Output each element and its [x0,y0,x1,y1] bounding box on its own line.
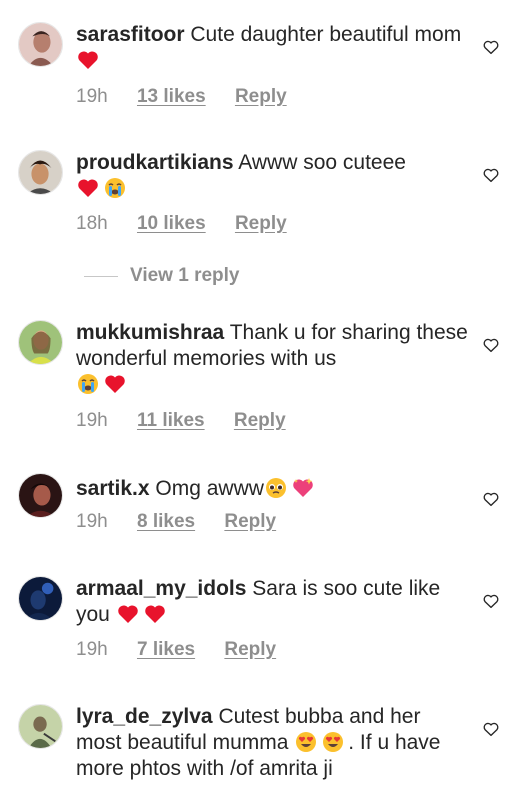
reply-button[interactable]: Reply [235,213,287,234]
comment-timestamp: 18h [76,213,108,234]
reply-button[interactable]: Reply [235,86,287,107]
comment-text: proudkartikians Awww soo cuteee [76,150,468,202]
comment-timestamp: 19h [76,86,108,107]
avatar[interactable] [18,576,63,621]
comment-meta: 19h 11 likes Reply [76,410,310,432]
comment-body: Omg awww [155,477,264,500]
view-replies-label: View 1 reply [130,265,240,286]
heart-outline-icon[interactable] [482,720,500,738]
comment-username[interactable]: proudkartikians [76,151,234,174]
avatar[interactable] [18,320,63,365]
red-heart-emoji-icon [103,372,127,396]
comment-text: armaal_my_idols Sara is soo cute like yo… [76,576,468,628]
comment-username[interactable]: sarasfitoor [76,23,185,46]
avatar[interactable] [18,22,63,67]
red-heart-emoji-icon [116,602,140,626]
comment-username[interactable]: mukkumishraa [76,321,224,344]
heart-outline-icon[interactable] [482,38,500,56]
likes-count-link[interactable]: 13 likes [137,86,206,107]
comment-username[interactable]: sartik.x [76,477,150,500]
view-replies-button[interactable]: View 1 reply [76,265,240,287]
avatar[interactable] [18,704,63,749]
divider-line [84,275,118,277]
reply-button[interactable]: Reply [224,639,276,660]
reply-button[interactable]: Reply [224,511,276,532]
likes-count-link[interactable]: 11 likes [137,410,205,431]
loudly-crying-face-emoji-icon [76,372,100,396]
heart-outline-icon[interactable] [482,166,500,184]
heart-outline-icon[interactable] [482,336,500,354]
likes-count-link[interactable]: 8 likes [137,511,195,532]
comment-timestamp: 19h [76,511,108,532]
comment-timestamp: 19h [76,639,108,660]
comment-meta: 19h 13 likes Reply [76,86,311,108]
comment-text: sarasfitoor Cute daughter beautiful mom [76,22,468,74]
comment-timestamp: 19h [76,410,108,431]
sparkling-heart-emoji-icon [291,476,315,500]
likes-count-link[interactable]: 7 likes [137,639,195,660]
comment-meta: 18h 10 likes Reply [76,213,311,235]
comment-meta: 19h 8 likes Reply [76,511,300,533]
comment-username[interactable]: armaal_my_idols [76,577,246,600]
red-heart-emoji-icon [76,48,100,72]
red-heart-emoji-icon [76,176,100,200]
red-heart-emoji-icon [143,602,167,626]
likes-count-link[interactable]: 10 likes [137,213,206,234]
comment-username[interactable]: lyra_de_zylva [76,705,213,728]
comment-text: mukkumishraa Thank u for sharing these w… [76,320,468,398]
heart-outline-icon[interactable] [482,592,500,610]
avatar[interactable] [18,473,63,518]
pleading-face-emoji-icon [264,476,288,500]
heart-outline-icon[interactable] [482,490,500,508]
reply-button[interactable]: Reply [234,410,286,431]
avatar[interactable] [18,150,63,195]
comment-text: lyra_de_zylva Cutest bubba and her most … [76,704,468,782]
comment-text: sartik.x Omg awww [76,476,468,502]
comment-meta: 19h 7 likes Reply [76,639,300,661]
comment-body: Cute daughter beautiful mom [190,23,462,46]
loudly-crying-face-emoji-icon [103,176,127,200]
heart-eyes-face-emoji-icon [321,730,345,754]
heart-eyes-face-emoji-icon [294,730,318,754]
comment-body: Awww soo cuteee [238,151,406,174]
